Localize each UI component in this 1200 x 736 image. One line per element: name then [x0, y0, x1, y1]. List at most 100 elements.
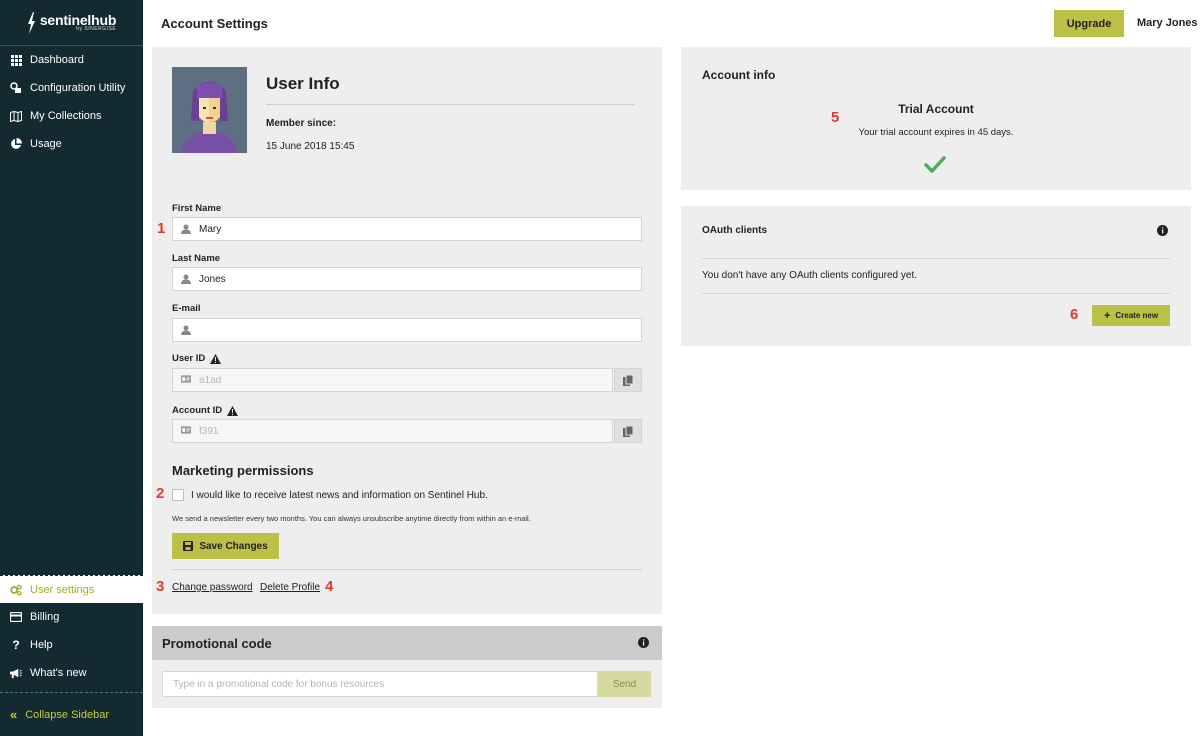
- map-icon: [10, 110, 22, 122]
- upgrade-button[interactable]: Upgrade: [1054, 10, 1124, 37]
- account-id-label: Account ID: [172, 405, 239, 416]
- save-icon: [183, 541, 194, 551]
- promo-title: Promotional code: [162, 636, 272, 651]
- first-name-input[interactable]: [199, 223, 619, 235]
- annotation-3: 3: [156, 578, 165, 595]
- divider: [266, 104, 634, 105]
- brand-name: sentinelhub: [39, 12, 117, 28]
- id-card-icon: [181, 426, 191, 436]
- sidebar-item-configuration-utility[interactable]: Configuration Utility: [0, 74, 143, 102]
- sidebar-item-billing[interactable]: Billing: [0, 603, 143, 631]
- last-name-input[interactable]: [199, 273, 619, 285]
- marketing-permissions-title: Marketing permissions: [172, 463, 314, 478]
- gears-icon: [10, 584, 22, 596]
- user-icon: [181, 224, 191, 234]
- promo-code-field[interactable]: [162, 671, 598, 697]
- last-name-label-text: Last Name: [172, 253, 221, 264]
- collapse-sidebar-label: Collapse Sidebar: [25, 708, 110, 721]
- divider: [172, 569, 642, 570]
- grid-icon: [10, 54, 22, 66]
- user-id-field[interactable]: [172, 368, 613, 392]
- user-icon: [181, 325, 191, 335]
- account-info-title: Account info: [702, 68, 776, 82]
- send-promo-button[interactable]: Send: [598, 671, 651, 697]
- divider: [702, 293, 1170, 294]
- create-new-oauth-button[interactable]: + Create new: [1092, 305, 1170, 326]
- user-id-label: User ID: [172, 353, 222, 364]
- newsletter-note: We send a newsletter every two months. Y…: [172, 514, 531, 523]
- promo-code-input[interactable]: [173, 672, 583, 696]
- sidebar-item-label: Usage: [30, 138, 62, 150]
- brand-sub: by SINERGISE: [76, 26, 117, 32]
- user-menu[interactable]: Mary Jones: [1137, 17, 1198, 29]
- checkmark-icon: [924, 156, 946, 173]
- email-label: E-mail: [172, 303, 201, 314]
- collapse-sidebar-button[interactable]: « Collapse Sidebar: [0, 692, 143, 736]
- sidebar-top-nav: Dashboard Configuration Utility My Colle…: [0, 46, 143, 158]
- megaphone-icon: [10, 667, 22, 679]
- first-name-label: First Name: [172, 203, 221, 214]
- account-id-field[interactable]: [172, 419, 613, 443]
- user-id-label-text: User ID: [172, 353, 206, 364]
- email-input[interactable]: [199, 324, 619, 336]
- sidebar-bottom-nav: User settings Billing ? Help What's new: [0, 575, 143, 687]
- copy-account-id-button[interactable]: [614, 419, 642, 443]
- user-id-input[interactable]: [199, 374, 612, 386]
- user-info-panel: User Info Member since: 15 June 2018 15:…: [152, 47, 662, 614]
- copy-icon: [623, 374, 633, 386]
- member-since-label: Member since:: [266, 118, 337, 129]
- info-icon[interactable]: [638, 637, 649, 648]
- annotation-4: 4: [325, 578, 334, 595]
- sidebar-item-usage[interactable]: Usage: [0, 130, 143, 158]
- sidebar-item-help[interactable]: ? Help: [0, 631, 143, 659]
- sidebar-item-dashboard[interactable]: Dashboard: [0, 46, 143, 74]
- sidebar-item-label: Dashboard: [30, 54, 84, 66]
- promo-header: Promotional code: [152, 626, 662, 660]
- sidebar-item-label: Configuration Utility: [30, 82, 126, 94]
- change-password-link[interactable]: Change password: [172, 582, 253, 593]
- oauth-clients-panel: OAuth clients You don't have any OAuth c…: [681, 206, 1191, 346]
- warning-icon[interactable]: [210, 353, 222, 364]
- copy-icon: [623, 425, 633, 437]
- sidebar-item-label: What's new: [30, 667, 87, 679]
- account-id-label-text: Account ID: [172, 405, 223, 416]
- promotional-code-panel: Promotional code Send: [152, 626, 662, 708]
- double-chevron-left-icon: «: [10, 707, 18, 722]
- annotation-2: 2: [156, 485, 165, 502]
- sidebar-item-whats-new[interactable]: What's new: [0, 659, 143, 687]
- account-id-input[interactable]: [199, 425, 612, 437]
- trial-account-title: Trial Account: [898, 102, 974, 116]
- oauth-clients-title: OAuth clients: [702, 225, 768, 236]
- account-info-panel: Account info 5 Trial Account Your trial …: [681, 47, 1191, 190]
- sidebar-item-label: User settings: [30, 583, 95, 596]
- pie-chart-icon: [10, 138, 22, 150]
- credit-card-icon: [10, 611, 22, 623]
- copy-user-id-button[interactable]: [614, 368, 642, 392]
- annotation-1: 1: [157, 220, 166, 237]
- sidebar-item-label: My Collections: [30, 110, 102, 122]
- plus-icon: +: [1103, 309, 1111, 322]
- first-name-field[interactable]: [172, 217, 642, 241]
- brand-logo[interactable]: sentinelhub by SINERGISE: [0, 0, 143, 46]
- info-icon[interactable]: [1157, 225, 1168, 236]
- member-since-value: 15 June 2018 15:45: [266, 141, 355, 152]
- last-name-label: Last Name: [172, 253, 220, 264]
- annotation-6: 6: [1070, 306, 1079, 323]
- create-new-label: Create new: [1115, 311, 1159, 320]
- sidebar-item-label: Help: [30, 639, 53, 651]
- last-name-field[interactable]: [172, 267, 642, 291]
- divider: [702, 258, 1170, 259]
- trial-expiry-text: Your trial account expires in 45 days.: [858, 127, 1014, 138]
- question-icon: ?: [12, 638, 20, 652]
- first-name-label-text: First Name: [172, 203, 222, 214]
- page-title: Account Settings: [161, 16, 268, 31]
- avatar: [172, 67, 247, 153]
- sidebar-item-my-collections[interactable]: My Collections: [0, 102, 143, 130]
- save-changes-button[interactable]: Save Changes: [172, 533, 279, 559]
- email-field[interactable]: [172, 318, 642, 342]
- newsletter-checkbox-label[interactable]: I would like to receive latest news and …: [191, 490, 488, 501]
- warning-icon[interactable]: [227, 405, 239, 416]
- sidebar-item-user-settings[interactable]: User settings: [0, 575, 143, 603]
- newsletter-checkbox[interactable]: [172, 489, 184, 501]
- delete-profile-link[interactable]: Delete Profile: [260, 582, 320, 593]
